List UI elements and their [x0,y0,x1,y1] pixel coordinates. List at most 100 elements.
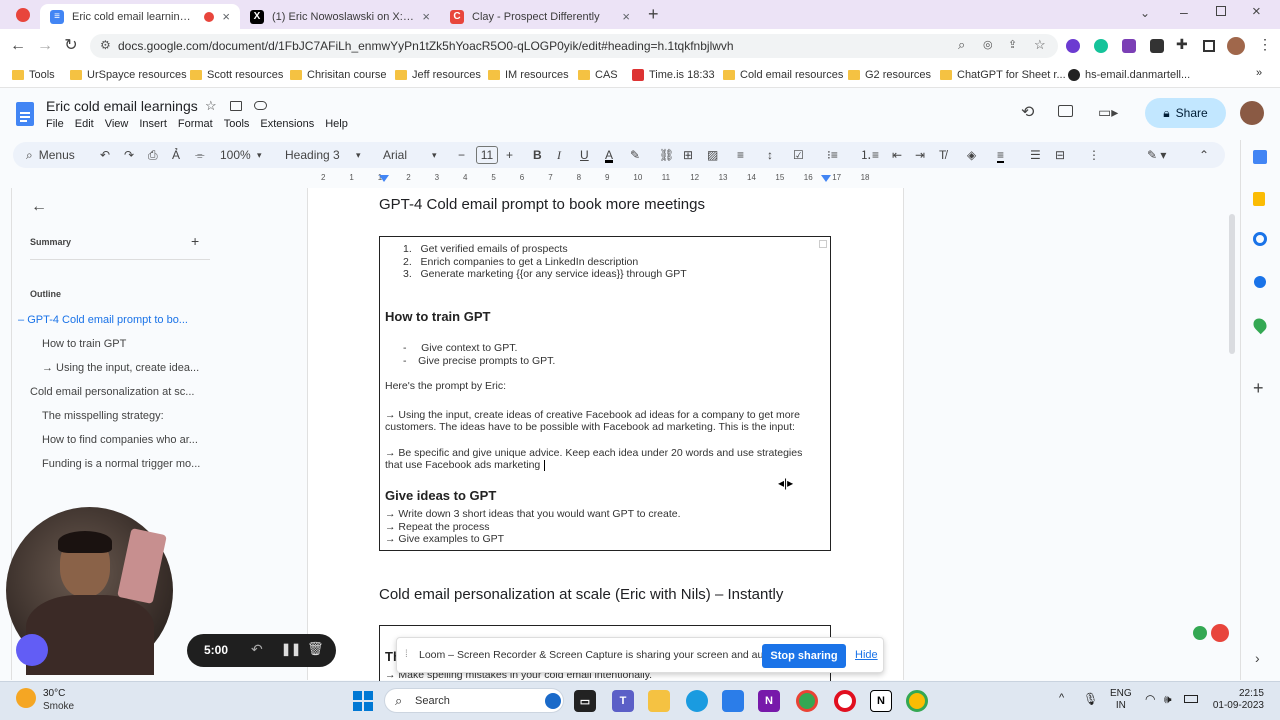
outline-item-misspelling[interactable]: The misspelling strategy: [42,410,164,422]
loom-bubble-icon[interactable] [16,634,48,666]
docs-logo-icon[interactable] [16,102,34,126]
start-icon[interactable] [352,690,374,712]
table-icon[interactable]: ⊟ [1055,147,1065,163]
restart-icon[interactable]: ↶ [251,641,263,658]
volume-icon[interactable]: 🕪︎ [1164,692,1172,707]
highlight-icon[interactable]: ✎ [630,147,640,163]
insert-image-icon[interactable]: ▨ [707,147,718,163]
menu-file[interactable]: File [46,118,64,130]
close-tab-icon[interactable]: × [422,9,430,24]
mic-icon[interactable]: 🎙︎ [1083,692,1098,706]
menu-tools[interactable]: Tools [224,118,250,130]
move-folder-icon[interactable] [230,101,242,111]
chrome-menu-icon[interactable]: ⋮ [1258,36,1272,53]
maps-icon[interactable] [1250,315,1270,335]
heading-give-ideas[interactable]: Give ideas to GPT [385,488,496,503]
text-color-icon[interactable]: A [605,147,614,163]
outline-item-train[interactable]: How to train GPT [42,338,126,350]
bookmark-scott[interactable]: Scott resources [190,67,283,83]
prompt-intro[interactable]: Here's the prompt by Eric: [385,380,506,392]
contacts-icon[interactable] [1254,276,1266,288]
taskbar-search[interactable]: ⌕ Search [384,688,564,713]
decrease-font-icon[interactable]: − [458,147,465,163]
menu-edit[interactable]: Edit [75,118,94,130]
align-icon[interactable]: ≡ [737,147,744,163]
back-arrow-icon[interactable]: ← [31,198,47,216]
share-button[interactable]: 🔒︎ Share [1145,98,1226,128]
document-title[interactable]: Eric cold email learnings [46,98,198,114]
bookmark-chrisitan[interactable]: Chrisitan course [290,67,386,83]
bookmark-jeff[interactable]: Jeff resources [395,67,481,83]
paragraph-line[interactable]: → Write down 3 short ideas that you woul… [385,508,681,520]
font-select[interactable]: Arial [383,147,407,163]
teams-icon[interactable]: T [612,690,634,712]
numbered-list-icon[interactable]: ⒈≡ [860,147,879,163]
menu-format[interactable]: Format [178,118,213,130]
extension-badge-icon[interactable] [1211,624,1229,642]
bookmark-im[interactable]: IM resources [488,67,569,83]
onenote-icon[interactable]: N [758,690,780,712]
heading-personalization[interactable]: Cold email personalization at scale (Eri… [379,586,783,603]
drag-handle-icon[interactable]: ⁞ [405,649,408,660]
heading-gpt4[interactable]: GPT-4 Cold email prompt to book more mee… [379,196,705,213]
spellcheck-icon[interactable]: Ả [172,147,180,163]
chrome-icon[interactable] [796,690,818,712]
bulleted-list-icon[interactable]: ⁝≡ [827,147,838,163]
list-item[interactable]: 2. Enrich companies to get a LinkedIn de… [403,256,638,268]
more-bookmarks-icon[interactable]: » [1256,67,1262,79]
border-width-icon[interactable]: ≡ [997,147,1005,163]
more-options-icon[interactable]: ⋮ [1088,147,1100,163]
grammarly-icon[interactable] [1094,39,1108,53]
italic-icon[interactable]: I [557,147,561,163]
edge-icon[interactable] [686,690,708,712]
extension-icon[interactable] [1122,39,1136,53]
heading-how-to-train[interactable]: How to train GPT [385,309,490,324]
weather-temp[interactable]: 30°C [43,688,65,699]
extension-icon[interactable] [1150,39,1164,53]
forward-icon[interactable]: → [34,35,56,57]
font-size-input[interactable]: 11 [476,146,498,164]
list-item[interactable]: 1. Get verified emails of prospects [403,243,568,255]
underline-icon[interactable]: U [580,147,589,163]
zoom-select[interactable]: 100% [220,147,251,163]
language-indicator[interactable]: ENG IN [1110,688,1132,712]
tab-clay[interactable]: C Clay - Prospect Differently × [440,4,640,29]
window-menu-icon[interactable] [16,8,30,22]
hide-link[interactable]: Hide [855,649,878,661]
collapse-toolbar-icon[interactable]: ⌃ [1199,147,1209,163]
list-item[interactable]: - Give precise prompts to GPT. [403,355,555,367]
outline-item-personalization[interactable]: Cold email personalization at sc... [30,386,194,398]
chrome-extension-icon[interactable] [1066,39,1080,53]
expand-panel-icon[interactable]: › [1255,650,1260,666]
right-indent-marker[interactable] [821,175,831,182]
delete-icon[interactable]: 🗑︎ [307,641,324,657]
store-icon[interactable] [722,690,744,712]
paragraph-line[interactable]: → Give examples to GPT [385,533,504,545]
increase-indent-icon[interactable]: ⇥ [915,147,925,163]
paint-format-icon[interactable]: ⌯ [195,147,205,163]
wifi-icon[interactable]: ◠ [1145,692,1155,706]
close-tab-icon[interactable]: × [622,9,630,24]
menu-insert[interactable]: Insert [139,118,167,130]
meet-icon[interactable]: ▭▸ [1098,104,1118,121]
menu-view[interactable]: View [105,118,129,130]
menus-search[interactable]: ⌕ Menus [26,147,75,163]
bookmark-tools[interactable]: Tools [12,67,55,83]
account-avatar[interactable] [1240,101,1264,125]
pause-icon[interactable]: ❚❚ [281,642,301,656]
bookmark-timeis[interactable]: Time.is 18:33 [632,67,715,83]
stop-sharing-button[interactable]: Stop sharing [762,644,846,668]
address-bar[interactable]: ⚙ docs.google.com/document/d/1FbJC7AFiLh… [90,34,1058,58]
bookmark-hs-email[interactable]: hs-email.danmartell... [1068,67,1190,83]
print-icon[interactable]: ⎙ [148,147,158,163]
link-icon[interactable]: ⛓ [659,147,674,163]
menu-extensions[interactable]: Extensions [260,118,314,130]
profile-avatar[interactable] [1227,37,1245,55]
close-tab-icon[interactable]: × [222,9,230,24]
side-panel-icon[interactable] [1203,40,1215,52]
insert-comment-icon[interactable]: ⊞ [683,147,693,163]
version-history-icon[interactable]: ⟲ [1021,102,1034,122]
close-window-icon[interactable]: × [1252,3,1261,20]
bookmark-g2[interactable]: G2 resources [848,67,931,83]
tab-search-icon[interactable]: ⌄ [1140,6,1150,20]
